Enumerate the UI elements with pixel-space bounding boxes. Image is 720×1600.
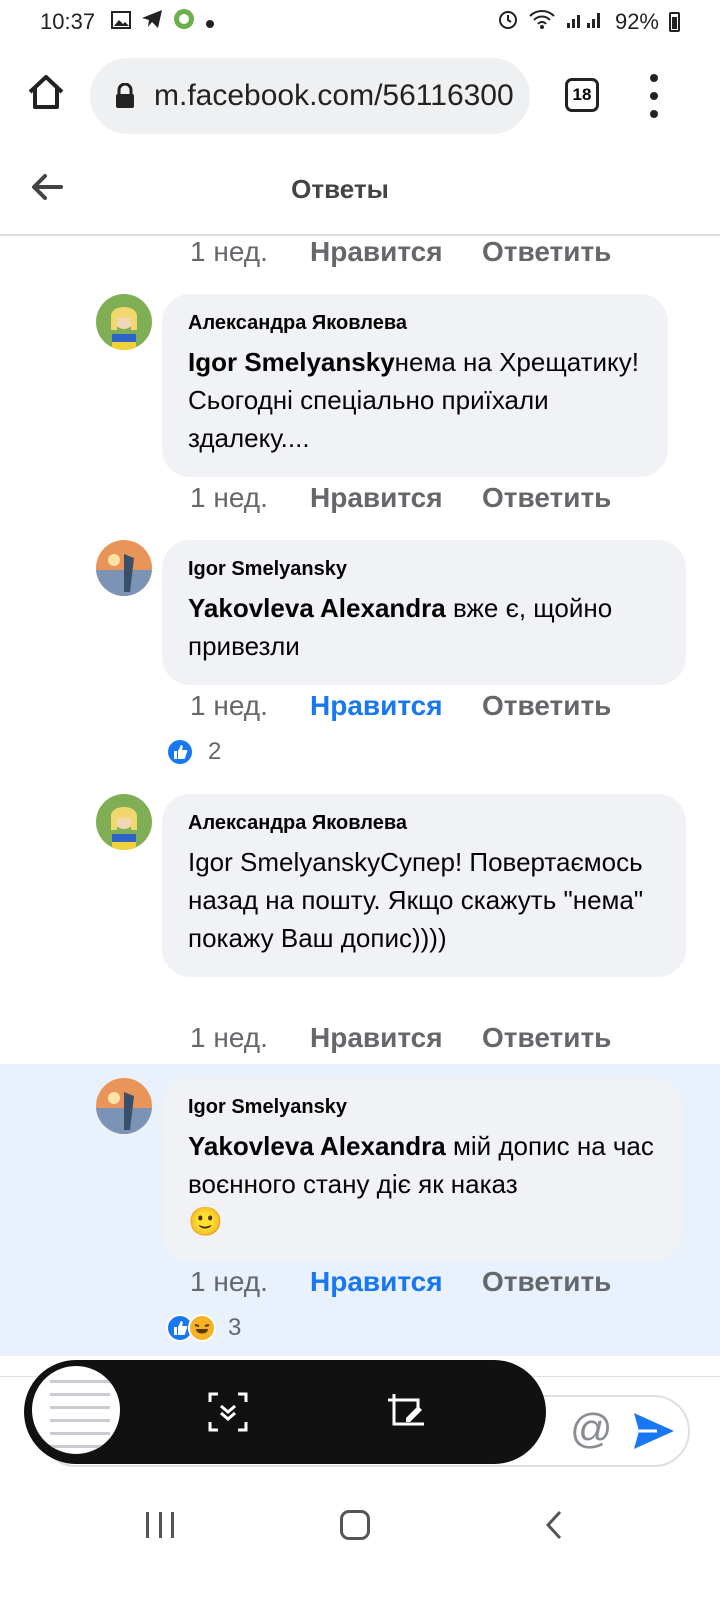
reply-button[interactable]: Ответить xyxy=(482,1266,611,1298)
reply-button[interactable]: Ответить xyxy=(482,482,611,514)
like-button[interactable]: Нравится xyxy=(310,236,482,268)
reaction-summary[interactable]: 2 xyxy=(166,738,221,766)
comment-bubble: Александра Яковлева Igor SmelyanskyСупер… xyxy=(162,794,686,977)
comment-actions: 1 нед. Нравится Ответить xyxy=(190,1266,611,1298)
status-right: 92% xyxy=(497,8,680,36)
comment-bubble: Александра Яковлева Igor Smelyanskyнема … xyxy=(162,294,668,477)
mention-at-button[interactable]: @ xyxy=(570,1405,613,1453)
reply-button[interactable]: Ответить xyxy=(482,1022,611,1054)
nav-back-icon[interactable] xyxy=(544,1510,564,1540)
avatar[interactable] xyxy=(96,294,152,350)
like-reaction-icon xyxy=(166,738,194,766)
comment-time[interactable]: 1 нед. xyxy=(190,236,310,268)
telegram-icon xyxy=(141,9,163,35)
like-button[interactable]: Нравится xyxy=(310,482,482,514)
status-time: 10:37 xyxy=(40,9,96,34)
reaction-count: 2 xyxy=(208,738,222,765)
wifi-icon xyxy=(529,9,555,35)
browser-icon xyxy=(173,8,195,36)
send-icon[interactable] xyxy=(632,1411,676,1451)
tab-switcher-button[interactable]: 18 xyxy=(565,78,599,112)
avatar[interactable] xyxy=(96,540,152,596)
comment-actions: 1 нед. Нравится Ответить xyxy=(190,690,611,722)
reply-button[interactable]: Ответить xyxy=(482,690,611,722)
system-nav-bar xyxy=(0,1480,720,1600)
scroll-capture-icon[interactable] xyxy=(206,1390,250,1434)
haha-reaction-icon xyxy=(188,1314,216,1342)
home-button-icon[interactable] xyxy=(340,1510,370,1540)
reaction-count: 3 xyxy=(228,1314,242,1341)
smile-emoji: 🙂 xyxy=(188,1206,223,1237)
home-icon[interactable] xyxy=(26,72,66,116)
comment-author[interactable]: Igor Smelyansky xyxy=(188,1096,656,1119)
comment-text: Yakovleva Alexandra вже є, щойно привезл… xyxy=(188,589,660,665)
recent-apps-icon[interactable] xyxy=(146,1512,174,1538)
alarm-icon xyxy=(497,8,519,36)
address-bar[interactable]: m.facebook.com/56116300 xyxy=(90,58,530,134)
url-text: m.facebook.com/56116300 xyxy=(154,79,514,112)
comment-author[interactable]: Igor Smelyansky xyxy=(188,558,660,581)
browser-toolbar: m.facebook.com/56116300 18 xyxy=(0,44,720,148)
comment-text: Igor SmelyanskyСупер! Повертаємось назад… xyxy=(188,847,644,953)
comment-time[interactable]: 1 нед. xyxy=(190,1022,310,1054)
like-button[interactable]: Нравится xyxy=(310,690,482,722)
signal-icon xyxy=(565,9,605,35)
gallery-icon xyxy=(111,9,132,35)
status-bar: 10:37 92% xyxy=(0,0,720,44)
battery-level: 92% xyxy=(614,9,659,34)
page-title: Ответы xyxy=(291,174,389,204)
comment-time[interactable]: 1 нед. xyxy=(190,482,310,514)
mention-link[interactable]: Igor Smelyansky xyxy=(188,347,395,377)
avatar[interactable] xyxy=(96,794,152,850)
avatar[interactable] xyxy=(96,1078,152,1134)
crop-edit-icon[interactable] xyxy=(384,1390,428,1434)
lock-icon xyxy=(114,82,136,109)
battery-icon xyxy=(669,12,680,32)
comment-time[interactable]: 1 нед. xyxy=(190,1266,310,1298)
screen: 10:37 92% m.facebook.com/56116300 18 Отв… xyxy=(0,0,720,1600)
replies-feed: 1 нед. Нравится Ответить Александра Яков… xyxy=(0,236,720,1376)
comment-actions: 1 нед. Нравится Ответить xyxy=(190,1022,611,1054)
more-menu-icon[interactable] xyxy=(648,74,660,118)
comment-time[interactable]: 1 нед. xyxy=(190,690,310,722)
reaction-summary[interactable]: 3 xyxy=(166,1314,241,1342)
like-button[interactable]: Нравится xyxy=(310,1022,482,1054)
dot-icon xyxy=(205,9,215,35)
screenshot-thumbnail[interactable] xyxy=(28,1362,124,1458)
mention-link[interactable]: Yakovleva Alexandra xyxy=(188,593,446,623)
reply-button[interactable]: Ответить xyxy=(482,236,611,268)
comment-actions: 1 нед. Нравится Ответить xyxy=(190,482,611,514)
comment-text: Yakovleva Alexandra мій допис на час воє… xyxy=(188,1127,656,1241)
comment-author[interactable]: Александра Яковлева xyxy=(188,812,660,835)
comment-bubble: Igor Smelyansky Yakovleva Alexandra вже … xyxy=(162,540,686,685)
like-button[interactable]: Нравится xyxy=(310,1266,482,1298)
comment-actions: 1 нед. Нравится Ответить xyxy=(190,236,611,268)
comment-author[interactable]: Александра Яковлева xyxy=(188,312,642,335)
mention-link[interactable]: Yakovleva Alexandra xyxy=(188,1131,446,1161)
comment-text: Igor Smelyanskyнема на Хрещатику! Сьогод… xyxy=(188,343,642,457)
comment-bubble: Igor Smelyansky Yakovleva Alexandra мій … xyxy=(162,1078,682,1261)
page-header: Ответы xyxy=(0,148,720,236)
